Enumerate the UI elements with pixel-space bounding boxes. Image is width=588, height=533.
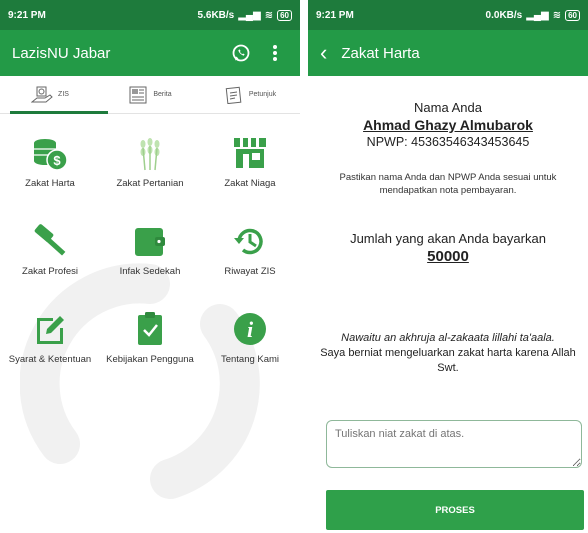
menu-label: Zakat Profesi <box>22 266 78 277</box>
tab-berita-label: Berita <box>153 91 172 98</box>
niat-translation: Saya berniat mengeluarkan zakat harta ka… <box>320 347 576 374</box>
niat-input[interactable] <box>326 420 582 468</box>
home-screen: 9:21 PM 5.6KB/s ▂▄▆ ≋ 60 LazisNU Jabar Z… <box>0 0 300 533</box>
name-value: Ahmad Ghazy Almubarok <box>363 117 533 133</box>
wheat-icon <box>140 138 160 171</box>
svg-text:i: i <box>247 317 254 342</box>
signal-icon: ▂▄▆ <box>238 9 261 21</box>
app-bar: ‹ Zakat Harta <box>308 30 588 76</box>
menu-label: Zakat Harta <box>25 178 75 189</box>
network-speed: 5.6KB/s <box>197 9 235 21</box>
name-label: Nama Anda <box>414 100 482 115</box>
menu-zakat-pertanian[interactable]: Zakat Pertanian <box>100 134 200 222</box>
menu-kebijakan-pengguna[interactable]: Kebijakan Pengguna <box>100 310 200 398</box>
menu-riwayat-zis[interactable]: Riwayat ZIS <box>200 222 300 310</box>
menu-label: Tentang Kami <box>220 354 280 365</box>
menu-label: Syarat & Ketentuan <box>8 354 92 365</box>
npwp-note: Pastikan nama Anda dan NPWP Anda sesuai … <box>339 172 557 196</box>
status-time: 9:21 PM <box>316 9 354 21</box>
npwp-value: NPWP: 45363546343453645 <box>366 135 530 149</box>
battery-icon: 60 <box>565 9 580 21</box>
page-title: Zakat Harta <box>341 44 420 62</box>
app-bar: LazisNU Jabar <box>0 30 300 76</box>
tab-bar: ZIS Berita Petunjuk <box>0 76 300 114</box>
tab-petunjuk[interactable]: Petunjuk <box>200 76 300 113</box>
menu-grid: $ Zakat Harta Zakat Pertanian Zakat Niag… <box>0 114 300 398</box>
status-bar: 9:21 PM 0.0KB/s ▂▄▆ ≋ 60 <box>308 0 588 30</box>
menu-label: Zakat Niaga <box>224 178 276 189</box>
history-icon <box>234 228 263 255</box>
menu-zakat-harta[interactable]: $ Zakat Harta <box>0 134 100 222</box>
proses-button[interactable]: PROSES <box>326 490 584 530</box>
menu-zakat-niaga[interactable]: Zakat Niaga <box>200 134 300 222</box>
more-vert-icon[interactable] <box>262 40 288 66</box>
tab-zis-label: ZIS <box>58 91 69 98</box>
menu-zakat-profesi[interactable]: Zakat Profesi <box>0 222 100 310</box>
wifi-icon: ≋ <box>552 9 562 21</box>
clipboard-check-icon <box>138 312 162 345</box>
status-bar: 9:21 PM 5.6KB/s ▂▄▆ ≋ 60 <box>0 0 300 30</box>
battery-icon: 60 <box>277 9 292 21</box>
whatsapp-icon[interactable] <box>228 40 254 66</box>
niat-arabic: Nawaitu an akhruja al-zakaata lillahi ta… <box>341 332 555 344</box>
network-speed: 0.0KB/s <box>485 9 523 21</box>
menu-label: Riwayat ZIS <box>224 266 276 277</box>
tab-zis[interactable]: ZIS <box>0 76 100 113</box>
edit-icon <box>37 316 64 344</box>
menu-label: Infak Sedekah <box>119 266 181 277</box>
status-time: 9:21 PM <box>8 9 46 21</box>
coins-dollar-icon: $ <box>34 139 68 171</box>
document-icon <box>225 86 242 104</box>
niat-text: Nawaitu an akhruja al-zakaata lillahi ta… <box>320 331 576 376</box>
newspaper-icon <box>129 86 147 103</box>
coins-hand-icon <box>31 86 53 102</box>
menu-label: Kebijakan Pengguna <box>106 354 194 365</box>
info-icon: i <box>234 313 266 345</box>
tab-petunjuk-label: Petunjuk <box>248 91 277 98</box>
wallet-icon <box>135 228 165 256</box>
hammer-icon <box>34 224 66 256</box>
tab-berita[interactable]: Berita <box>100 76 200 113</box>
payment-amount: 50000 <box>427 248 469 265</box>
menu-label: Zakat Pertanian <box>116 178 184 189</box>
menu-infak-sedekah[interactable]: Infak Sedekah <box>100 222 200 310</box>
back-arrow-icon[interactable]: ‹ <box>320 42 327 64</box>
menu-syarat-ketentuan[interactable]: Syarat & Ketentuan <box>0 310 100 398</box>
signal-icon: ▂▄▆ <box>526 9 549 21</box>
wifi-icon: ≋ <box>264 9 274 21</box>
payment-label: Jumlah yang akan Anda bayarkan <box>350 231 546 246</box>
svg-text:$: $ <box>53 153 61 168</box>
menu-tentang-kami[interactable]: i Tentang Kami <box>200 310 300 398</box>
store-icon <box>234 138 266 168</box>
zakat-harta-screen: 9:21 PM 0.0KB/s ▂▄▆ ≋ 60 ‹ Zakat Harta N… <box>308 0 588 533</box>
app-title: LazisNU Jabar <box>12 44 111 62</box>
confirmation-content: Nama Anda Ahmad Ghazy Almubarok NPWP: 45… <box>308 100 588 376</box>
